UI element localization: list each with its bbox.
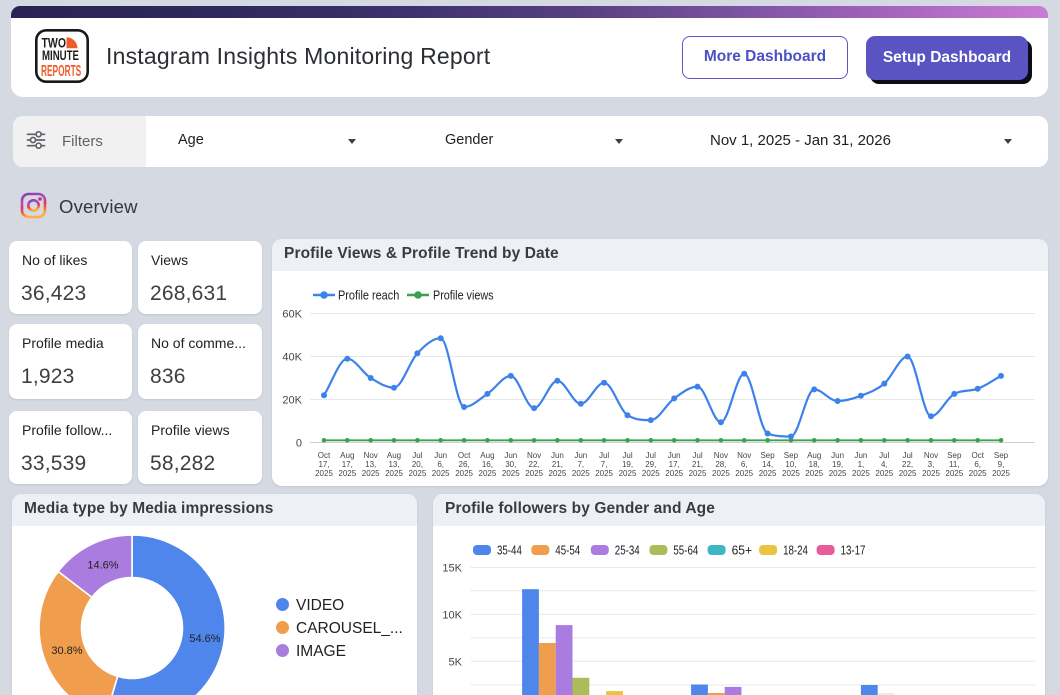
svg-text:54.6%: 54.6% (189, 633, 220, 645)
svg-text:Aug16,2025: Aug16,2025 (479, 451, 497, 478)
svg-text:Aug17,2025: Aug17,2025 (338, 451, 356, 478)
svg-text:Jun7,2025: Jun7,2025 (572, 451, 590, 478)
svg-text:13-17: 13-17 (841, 544, 866, 558)
svg-text:45-54: 45-54 (555, 544, 580, 558)
svg-text:Jun6,2025: Jun6,2025 (432, 451, 450, 478)
svg-text:Nov28,2025: Nov28,2025 (712, 451, 730, 478)
svg-text:Jul19,2025: Jul19,2025 (619, 451, 637, 478)
svg-text:Sep9,2025: Sep9,2025 (992, 451, 1010, 478)
svg-text:25-34: 25-34 (615, 544, 640, 558)
svg-text:Jul22,2025: Jul22,2025 (899, 451, 917, 478)
svg-text:0: 0 (296, 438, 302, 450)
svg-text:Jul20,2025: Jul20,2025 (409, 451, 427, 478)
svg-text:REPORTS: REPORTS (41, 61, 81, 80)
svg-text:18-24: 18-24 (783, 544, 808, 558)
svg-text:35-44: 35-44 (497, 544, 522, 558)
svg-text:20K: 20K (282, 395, 302, 407)
svg-text:Oct17,2025: Oct17,2025 (315, 451, 333, 478)
svg-text:65+: 65+ (732, 543, 752, 557)
svg-text:10K: 10K (442, 609, 462, 621)
svg-text:Sep14,2025: Sep14,2025 (759, 451, 777, 478)
svg-text:5K: 5K (449, 656, 463, 668)
svg-text:Nov6,2025: Nov6,2025 (735, 451, 753, 478)
svg-text:Jun21,2025: Jun21,2025 (549, 451, 567, 478)
svg-text:Aug13,2025: Aug13,2025 (385, 451, 403, 478)
svg-text:Sep11,2025: Sep11,2025 (945, 451, 963, 478)
svg-text:30.8%: 30.8% (51, 645, 82, 657)
svg-text:Nov13,2025: Nov13,2025 (362, 451, 380, 478)
svg-text:Jul7,2025: Jul7,2025 (595, 451, 613, 478)
svg-text:55-64: 55-64 (673, 544, 698, 558)
svg-text:Sep10,2025: Sep10,2025 (782, 451, 800, 478)
svg-text:Jul4,2025: Jul4,2025 (875, 451, 893, 478)
svg-text:Jul29,2025: Jul29,2025 (642, 451, 660, 478)
svg-text:Nov3,2025: Nov3,2025 (922, 451, 940, 478)
svg-text:Profile reach: Profile reach (338, 288, 399, 303)
svg-text:Aug18,2025: Aug18,2025 (805, 451, 823, 478)
svg-text:Jun17,2025: Jun17,2025 (665, 451, 683, 478)
svg-text:Jun19,2025: Jun19,2025 (829, 451, 847, 478)
svg-text:Nov22,2025: Nov22,2025 (525, 451, 543, 478)
svg-text:Jun30,2025: Jun30,2025 (502, 451, 520, 478)
svg-text:Jul21,2025: Jul21,2025 (689, 451, 707, 478)
svg-text:Oct26,2025: Oct26,2025 (455, 451, 473, 478)
svg-text:40K: 40K (282, 352, 302, 364)
svg-text:60K: 60K (282, 309, 302, 321)
svg-text:15K: 15K (442, 563, 462, 575)
svg-text:Oct6,2025: Oct6,2025 (969, 451, 987, 478)
svg-text:Jun1,2025: Jun1,2025 (852, 451, 870, 478)
svg-text:Profile views: Profile views (433, 288, 494, 303)
svg-text:14.6%: 14.6% (87, 560, 118, 572)
